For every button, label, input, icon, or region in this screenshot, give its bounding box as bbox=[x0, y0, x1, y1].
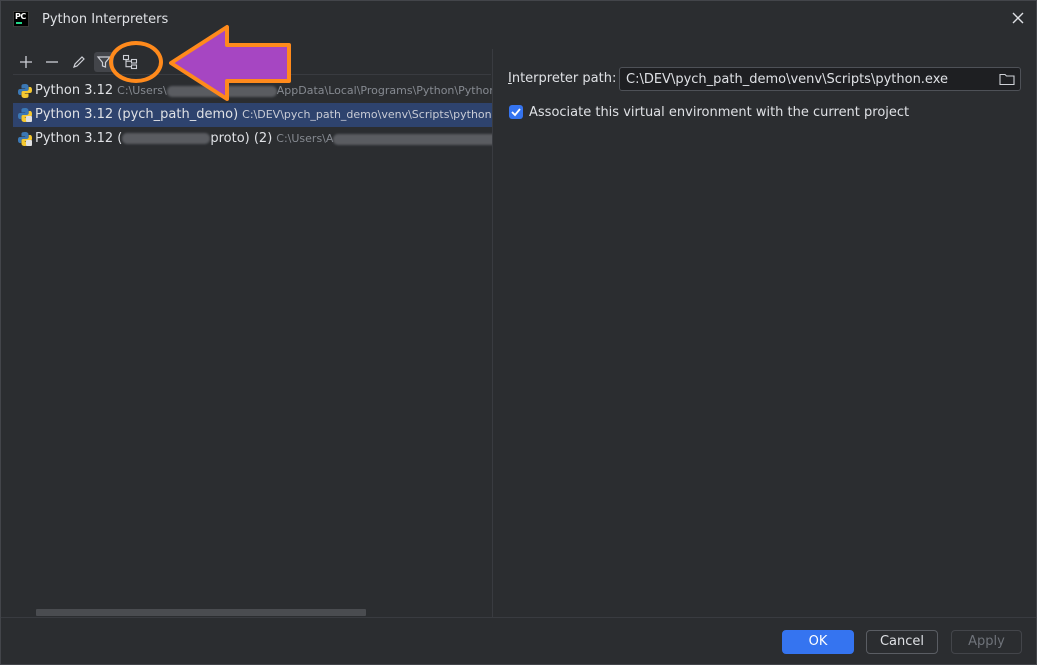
interpreter-path-label: Interpreter path: bbox=[508, 71, 617, 86]
associate-label[interactable]: Associate this virtual environment with … bbox=[529, 105, 909, 120]
app-logo-text: PC bbox=[15, 12, 26, 21]
interpreter-path-input[interactable] bbox=[620, 68, 990, 90]
interpreter-details-pane: Interpreter path: Associate this virtual… bbox=[493, 49, 1036, 617]
window-title: Python Interpreters bbox=[42, 12, 169, 27]
associate-checkbox[interactable] bbox=[509, 105, 523, 119]
interpreter-name-suffix: proto) (2) bbox=[210, 131, 273, 146]
python-venv-icon bbox=[18, 108, 32, 122]
list-item-selected[interactable]: Python 3.12 (pych_path_demo) C:\DEV\pych_… bbox=[13, 103, 492, 127]
list-item[interactable]: Python 3.12 ( proto) (2) C:\Users\A bbox=[13, 127, 492, 151]
title-bar: PC Python Interpreters bbox=[1, 1, 1036, 39]
folder-icon[interactable] bbox=[999, 72, 1015, 86]
interpreter-path-prefix: C:\Users\A bbox=[276, 132, 334, 145]
interpreter-name: Python 3.12 (pych_path_demo) bbox=[35, 107, 239, 122]
python-interpreters-dialog: PC Python Interpreters Python 3.12 C:\Us… bbox=[0, 0, 1037, 665]
interpreter-list-pane: Python 3.12 C:\Users\ AppData\Local\Progra… bbox=[1, 49, 492, 617]
interpreter-path: C:\DEV\pych_path_demo\venv\Scripts\pytho… bbox=[242, 108, 492, 121]
interpreter-path-field[interactable] bbox=[619, 67, 1021, 91]
interpreter-path-prefix: C:\Users\ bbox=[117, 84, 167, 97]
interpreter-path-suffix: AppData\Local\Programs\Python\Python312 bbox=[276, 84, 492, 97]
remove-icon[interactable] bbox=[42, 52, 62, 72]
cancel-button[interactable]: Cancel bbox=[866, 630, 938, 654]
add-icon[interactable] bbox=[16, 52, 36, 72]
python-icon bbox=[18, 84, 32, 98]
interpreter-name: Python 3.12 bbox=[35, 83, 114, 98]
horizontal-scrollbar[interactable] bbox=[36, 609, 366, 616]
pycharm-logo-icon: PC bbox=[13, 11, 29, 27]
ok-button[interactable]: OK bbox=[782, 630, 854, 654]
close-icon[interactable] bbox=[1010, 11, 1026, 27]
python-venv-icon bbox=[18, 132, 32, 146]
annotation-highlight-circle bbox=[109, 41, 163, 83]
annotation-arrow-icon bbox=[169, 25, 291, 101]
interpreter-name-prefix: Python 3.12 ( bbox=[35, 131, 123, 146]
apply-button[interactable]: Apply bbox=[951, 630, 1022, 654]
edit-icon[interactable] bbox=[69, 52, 89, 72]
